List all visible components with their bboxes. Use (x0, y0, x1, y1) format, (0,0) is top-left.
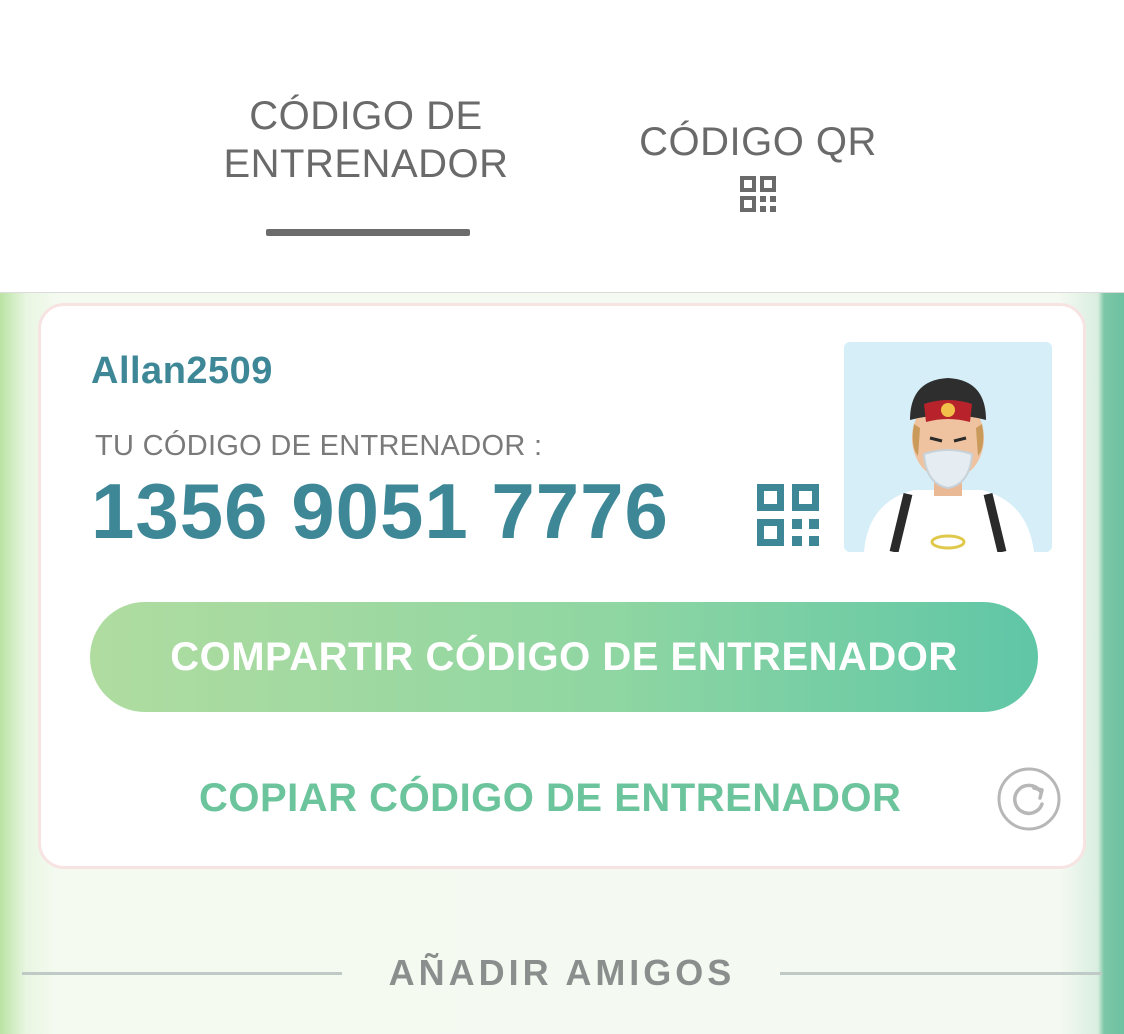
trainer-avatar-illustration (864, 378, 1034, 552)
tab-qr-code-label: CÓDIGO QR (639, 120, 877, 164)
tab-trainer-code-line2: ENTRENADOR (223, 142, 509, 186)
copy-trainer-code-link[interactable]: COPIAR CÓDIGO DE ENTRENADOR (199, 776, 901, 821)
section-divider-left (22, 972, 342, 975)
trainer-username: Allan2509 (91, 350, 273, 392)
avatar (844, 342, 1052, 552)
qr-code-icon[interactable] (757, 484, 819, 546)
qr-code-icon (740, 176, 776, 212)
tab-bar: CÓDIGO DE ENTRENADOR CÓDIGO QR (0, 0, 1124, 293)
tab-trainer-code-line1: CÓDIGO DE (249, 94, 483, 138)
section-divider-right (780, 972, 1102, 975)
tab-qr-code[interactable]: CÓDIGO QR (610, 118, 906, 214)
active-tab-indicator (266, 229, 470, 236)
trainer-code-value: 1356 9051 7776 (91, 467, 669, 555)
trainer-code-label: TU CÓDIGO DE ENTRENADOR : (95, 430, 543, 462)
refresh-icon[interactable] (996, 766, 1062, 832)
share-trainer-code-button[interactable]: COMPARTIR CÓDIGO DE ENTRENADOR (90, 602, 1038, 712)
tab-trainer-code[interactable]: CÓDIGO DE ENTRENADOR (206, 92, 526, 188)
add-friends-heading: AÑADIR AMIGOS (388, 952, 736, 993)
trainer-code-card: Allan2509 TU CÓDIGO DE ENTRENADOR : 1356… (38, 303, 1086, 869)
